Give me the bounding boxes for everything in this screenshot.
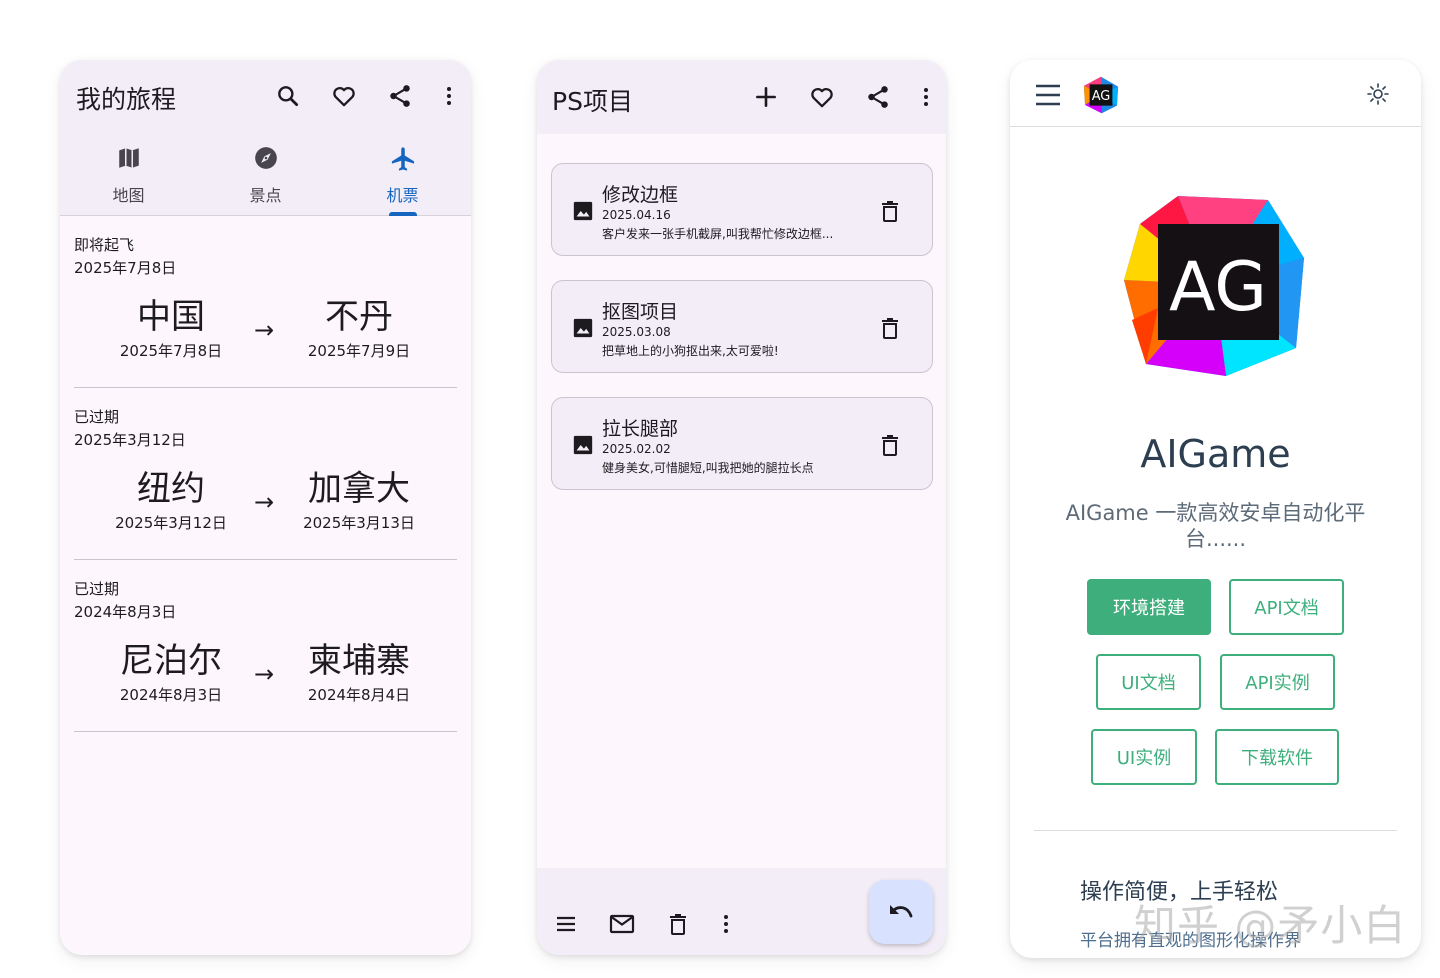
heart-icon[interactable] — [328, 80, 360, 112]
heart-icon[interactable] — [806, 81, 838, 113]
tab-label: 机票 — [386, 186, 419, 205]
destination-city: 加拿大 — [308, 469, 410, 509]
origin-city: 尼泊尔 — [120, 641, 222, 681]
logo-text: AG — [1169, 248, 1267, 327]
airplane-icon — [389, 145, 417, 173]
project-date: 2025.04.16 — [602, 208, 671, 222]
destination: 柬埔寨 2024年8月4日 — [279, 640, 439, 705]
tab-label: 景点 — [249, 186, 282, 205]
flight-card[interactable]: 即将起飞 2025年7月8日 中国 2025年7月8日 → 不丹 2025年7月… — [74, 216, 457, 388]
delete-icon[interactable] — [876, 197, 904, 225]
project-description: 客户发来一张手机截屏,叫我帮忙修改边框... — [602, 227, 834, 241]
search-icon[interactable] — [272, 80, 304, 112]
add-icon[interactable] — [750, 81, 782, 113]
project-card[interactable]: 抠图项目 2025.03.08 把草地上的小狗抠出来,太可爱啦! — [551, 280, 933, 373]
project-card[interactable]: 修改边框 2025.04.16 客户发来一张手机截屏,叫我帮忙修改边框... — [551, 163, 933, 256]
image-icon — [572, 317, 594, 339]
delete-icon[interactable] — [876, 431, 904, 459]
origin-city: 中国 — [137, 297, 205, 337]
tab-attractions[interactable]: 景点 — [197, 132, 334, 216]
docs-home-screen: AG AG AIGame AIGame 一款高效安卓自动化平台...... 环境… — [1010, 60, 1421, 958]
page-title: 我的旅程 — [76, 85, 177, 114]
project-card[interactable]: 拉长腿部 2025.02.02 健身美女,可惜腿短,叫我把她的腿拉长点 — [551, 397, 933, 490]
trips-screen: 我的旅程 地图 景点 机票 即将起飞 2025年7月8日 中国 2025年7月8… — [60, 60, 471, 955]
flight-status: 已过期 — [74, 580, 120, 598]
watermark: 知乎 @矛小白 — [1134, 901, 1407, 950]
download-button[interactable]: 下载软件 — [1215, 729, 1339, 785]
image-icon — [572, 434, 594, 456]
project-description: 把草地上的小狗抠出来,太可爱啦! — [602, 344, 779, 358]
destination: 加拿大 2025年3月13日 — [279, 468, 439, 533]
flight-card[interactable]: 已过期 2025年3月12日 纽约 2025年3月12日 → 加拿大 2025年… — [74, 388, 457, 560]
hamburger-menu-icon[interactable] — [1032, 79, 1064, 111]
share-icon[interactable] — [384, 80, 416, 112]
flight-status: 已过期 — [74, 408, 120, 426]
origin-city: 纽约 — [137, 469, 205, 509]
flight-date: 2025年7月8日 — [74, 259, 177, 277]
origin: 尼泊尔 2024年8月3日 — [91, 640, 251, 705]
map-icon — [116, 145, 142, 171]
project-date: 2025.03.08 — [602, 325, 671, 339]
flight-card[interactable]: 已过期 2024年8月3日 尼泊尔 2024年8月3日 → 柬埔寨 2024年8… — [74, 560, 457, 732]
more-vert-icon[interactable] — [910, 81, 942, 113]
flight-date: 2024年8月3日 — [74, 603, 177, 621]
image-icon — [572, 200, 594, 222]
section-divider — [1034, 830, 1397, 831]
flight-status: 即将起飞 — [74, 236, 135, 254]
api-examples-button[interactable]: API实例 — [1220, 654, 1335, 710]
top-app-bar: 我的旅程 — [60, 60, 471, 132]
hero-tagline: AIGame 一款高效安卓自动化平台...... — [1065, 501, 1366, 551]
project-description: 健身美女,可惜腿短,叫我把她的腿拉长点 — [602, 461, 814, 475]
api-docs-button[interactable]: API文档 — [1229, 579, 1344, 635]
hero-title: AIGame — [1140, 432, 1291, 476]
ui-docs-button[interactable]: UI文档 — [1096, 654, 1201, 710]
tab-flights[interactable]: 机票 — [334, 132, 471, 216]
logo-text: AG — [1092, 89, 1111, 104]
undo-fab[interactable] — [869, 880, 933, 944]
more-vert-icon[interactable] — [433, 80, 465, 112]
origin-date: 2025年7月8日 — [119, 342, 223, 360]
site-logo[interactable]: AG — [1082, 76, 1120, 114]
destination: 不丹 2025年7月9日 — [279, 296, 439, 361]
project-date: 2025.02.02 — [602, 442, 671, 456]
delete-icon[interactable] — [876, 314, 904, 342]
arrow-right-icon: → — [254, 660, 275, 688]
mail-icon[interactable] — [606, 908, 638, 940]
origin: 中国 2025年7月8日 — [91, 296, 251, 361]
arrow-right-icon: → — [254, 316, 275, 344]
destination-date: 2024年8月4日 — [307, 686, 411, 704]
more-vert-icon[interactable] — [710, 908, 742, 940]
compass-icon — [253, 145, 279, 171]
origin: 纽约 2025年3月12日 — [91, 468, 251, 533]
origin-date: 2024年8月3日 — [119, 686, 223, 704]
destination-date: 2025年3月13日 — [303, 514, 415, 532]
project-name: 拉长腿部 — [602, 418, 679, 440]
tab-bar: 地图 景点 机票 — [60, 132, 471, 216]
ui-examples-button[interactable]: UI实例 — [1091, 729, 1197, 785]
project-name: 抠图项目 — [602, 301, 679, 323]
delete-icon[interactable] — [662, 908, 694, 940]
flight-date: 2025年3月12日 — [74, 431, 186, 449]
project-name: 修改边框 — [602, 184, 679, 206]
destination-date: 2025年7月9日 — [307, 342, 411, 360]
undo-icon — [887, 900, 915, 924]
navbar: AG — [1010, 60, 1421, 127]
menu-icon[interactable] — [550, 908, 582, 940]
ps-projects-screen: PS项目 修改边框 2025.04.16 客户发来一张手机截屏,叫我帮忙修改边框… — [537, 60, 946, 955]
env-setup-button[interactable]: 环境搭建 — [1087, 579, 1211, 635]
destination-city: 不丹 — [325, 297, 393, 337]
page-title: PS项目 — [552, 87, 633, 116]
origin-date: 2025年3月12日 — [115, 514, 227, 532]
hero-logo: AG — [1118, 188, 1312, 382]
destination-city: 柬埔寨 — [308, 641, 410, 681]
share-icon[interactable] — [862, 81, 894, 113]
tab-label: 地图 — [112, 186, 145, 205]
arrow-right-icon: → — [254, 488, 275, 516]
theme-toggle-sun-icon[interactable] — [1362, 78, 1394, 110]
top-app-bar: PS项目 — [537, 60, 946, 134]
tab-map[interactable]: 地图 — [60, 132, 197, 216]
